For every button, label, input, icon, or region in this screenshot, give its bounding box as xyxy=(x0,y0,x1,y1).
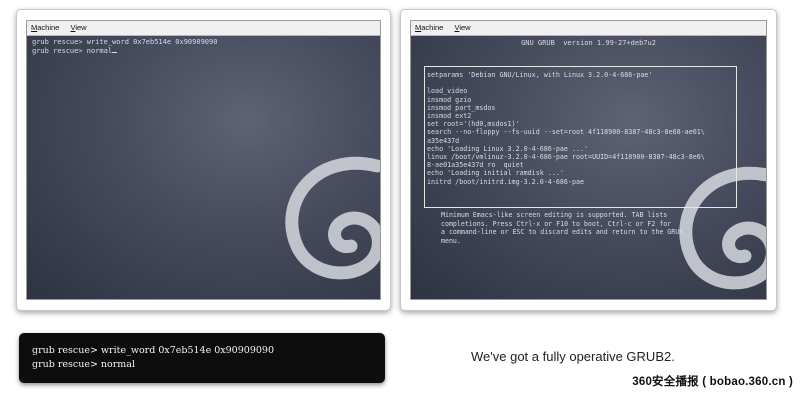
terminal-code-panel: grub rescue> write_word 0x7eb514e 0x9090… xyxy=(19,333,385,383)
right-screenshot-frame: Machine View GNU GRUB version 1.99-27+de… xyxy=(400,9,777,311)
help-line: completions. Press Ctrl-x or F10 to boot… xyxy=(441,219,672,228)
editor-line: insmod ext2 xyxy=(427,112,472,121)
menu-view[interactable]: View xyxy=(454,23,470,32)
grub-editor-screen[interactable]: GNU GRUB version 1.99-27+deb7u2 setparam… xyxy=(411,36,766,299)
editor-line: setparams 'Debian GNU/Linux, with Linux … xyxy=(427,71,653,79)
vm-menubar: Machine View xyxy=(27,21,380,36)
editor-line: echo 'Loading Linux 3.2.0-4-686-pae ...' xyxy=(427,144,589,153)
debian-swirl-icon xyxy=(285,156,380,280)
grub-entry-editor[interactable]: setparams 'Debian GNU/Linux, with Linux … xyxy=(424,66,737,208)
grub-rescue-screen[interactable]: grub rescue> write_word 0x7eb514e 0x9090… xyxy=(27,36,380,299)
editor-line: echo 'Loading initial ramdisk ...' xyxy=(427,169,564,178)
editor-line: linux /boot/vmlinuz-3.2.0-4-686-pae root… xyxy=(427,153,705,162)
editor-line: search --no-floppy --fs-uuid --set=root … xyxy=(427,128,705,137)
editor-line: 8-ae01a35e437d ro quiet xyxy=(427,161,524,170)
terminal-line: grub rescue> write_word 0x7eb514e 0x9090… xyxy=(32,345,274,356)
text-cursor xyxy=(112,52,118,53)
editor-line: insmod part_msdos xyxy=(427,103,496,112)
menu-machine[interactable]: Machine xyxy=(31,23,59,32)
help-line: menu. xyxy=(441,237,461,246)
terminal-text: grub rescue> write_word 0x7eb514e 0x9090… xyxy=(32,344,274,372)
editor-line: a35e437d xyxy=(427,136,460,145)
grub-help-text: Minimum Emacs-like screen editing is sup… xyxy=(441,211,683,246)
grub-version-header: GNU GRUB version 1.99-27+deb7u2 xyxy=(521,39,656,47)
editor-line: load_video xyxy=(427,87,468,96)
grub-editor-vm-window: Machine View GNU GRUB version 1.99-27+de… xyxy=(410,20,767,300)
vm-menubar: Machine View xyxy=(411,21,766,36)
console-line: grub rescue> write_word 0x7eb514e 0x9090… xyxy=(32,38,218,46)
watermark-text: 360安全播报 ( bobao.360.cn ) xyxy=(632,376,793,388)
grub-entry-text: setparams 'Debian GNU/Linux, with Linux … xyxy=(427,71,705,186)
grub-rescue-vm-window: Machine View grub rescue> write_word 0x7… xyxy=(26,20,381,300)
terminal-line: grub rescue> normal xyxy=(32,359,136,370)
menu-view[interactable]: View xyxy=(70,23,86,32)
caption-text: We've got a fully operative GRUB2. xyxy=(471,349,675,364)
rescue-console: grub rescue> write_word 0x7eb514e 0x9090… xyxy=(32,38,217,56)
help-line: a command-line or ESC to discard edits a… xyxy=(441,228,684,237)
help-line: Minimum Emacs-like screen editing is sup… xyxy=(441,211,668,219)
editor-line: insmod gzio xyxy=(427,95,472,104)
console-line: grub rescue> normal xyxy=(32,47,113,55)
editor-line: initrd /boot/initrd.img-3.2.0-4-686-pae xyxy=(427,177,585,186)
left-screenshot-frame: Machine View grub rescue> write_word 0x7… xyxy=(16,9,391,311)
editor-line: set root='(hd0,msdos1)' xyxy=(427,120,520,129)
menu-machine[interactable]: Machine xyxy=(415,23,443,32)
